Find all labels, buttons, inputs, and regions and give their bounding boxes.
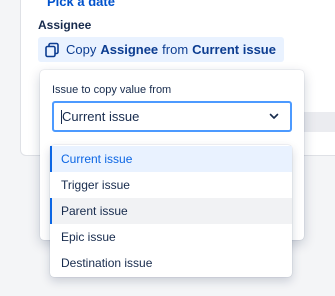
option-trigger-issue[interactable]: Trigger issue <box>50 172 292 198</box>
copy-value-button[interactable]: Copy Assignee from Current issue <box>38 37 284 62</box>
copy-prefix: Copy <box>66 42 97 57</box>
pick-date-link[interactable]: Pick a date <box>47 0 115 9</box>
chevron-down-icon[interactable] <box>268 110 280 122</box>
option-current-issue[interactable]: Current issue <box>50 146 292 172</box>
copy-icon <box>44 42 60 58</box>
issue-source-select[interactable]: Current issue <box>52 101 292 132</box>
assignee-field-label: Assignee <box>38 18 92 32</box>
copy-source: Current issue <box>192 42 276 57</box>
issue-source-menu: Current issue Trigger issue Parent issue… <box>50 145 292 277</box>
option-destination-issue[interactable]: Destination issue <box>50 250 292 276</box>
option-parent-issue[interactable]: Parent issue <box>50 198 292 224</box>
copy-middle: from <box>162 42 189 57</box>
select-value: Current issue <box>62 109 140 124</box>
option-epic-issue[interactable]: Epic issue <box>50 224 292 250</box>
popup-label: Issue to copy value from <box>52 84 172 96</box>
copy-field-name: Assignee <box>100 42 159 57</box>
